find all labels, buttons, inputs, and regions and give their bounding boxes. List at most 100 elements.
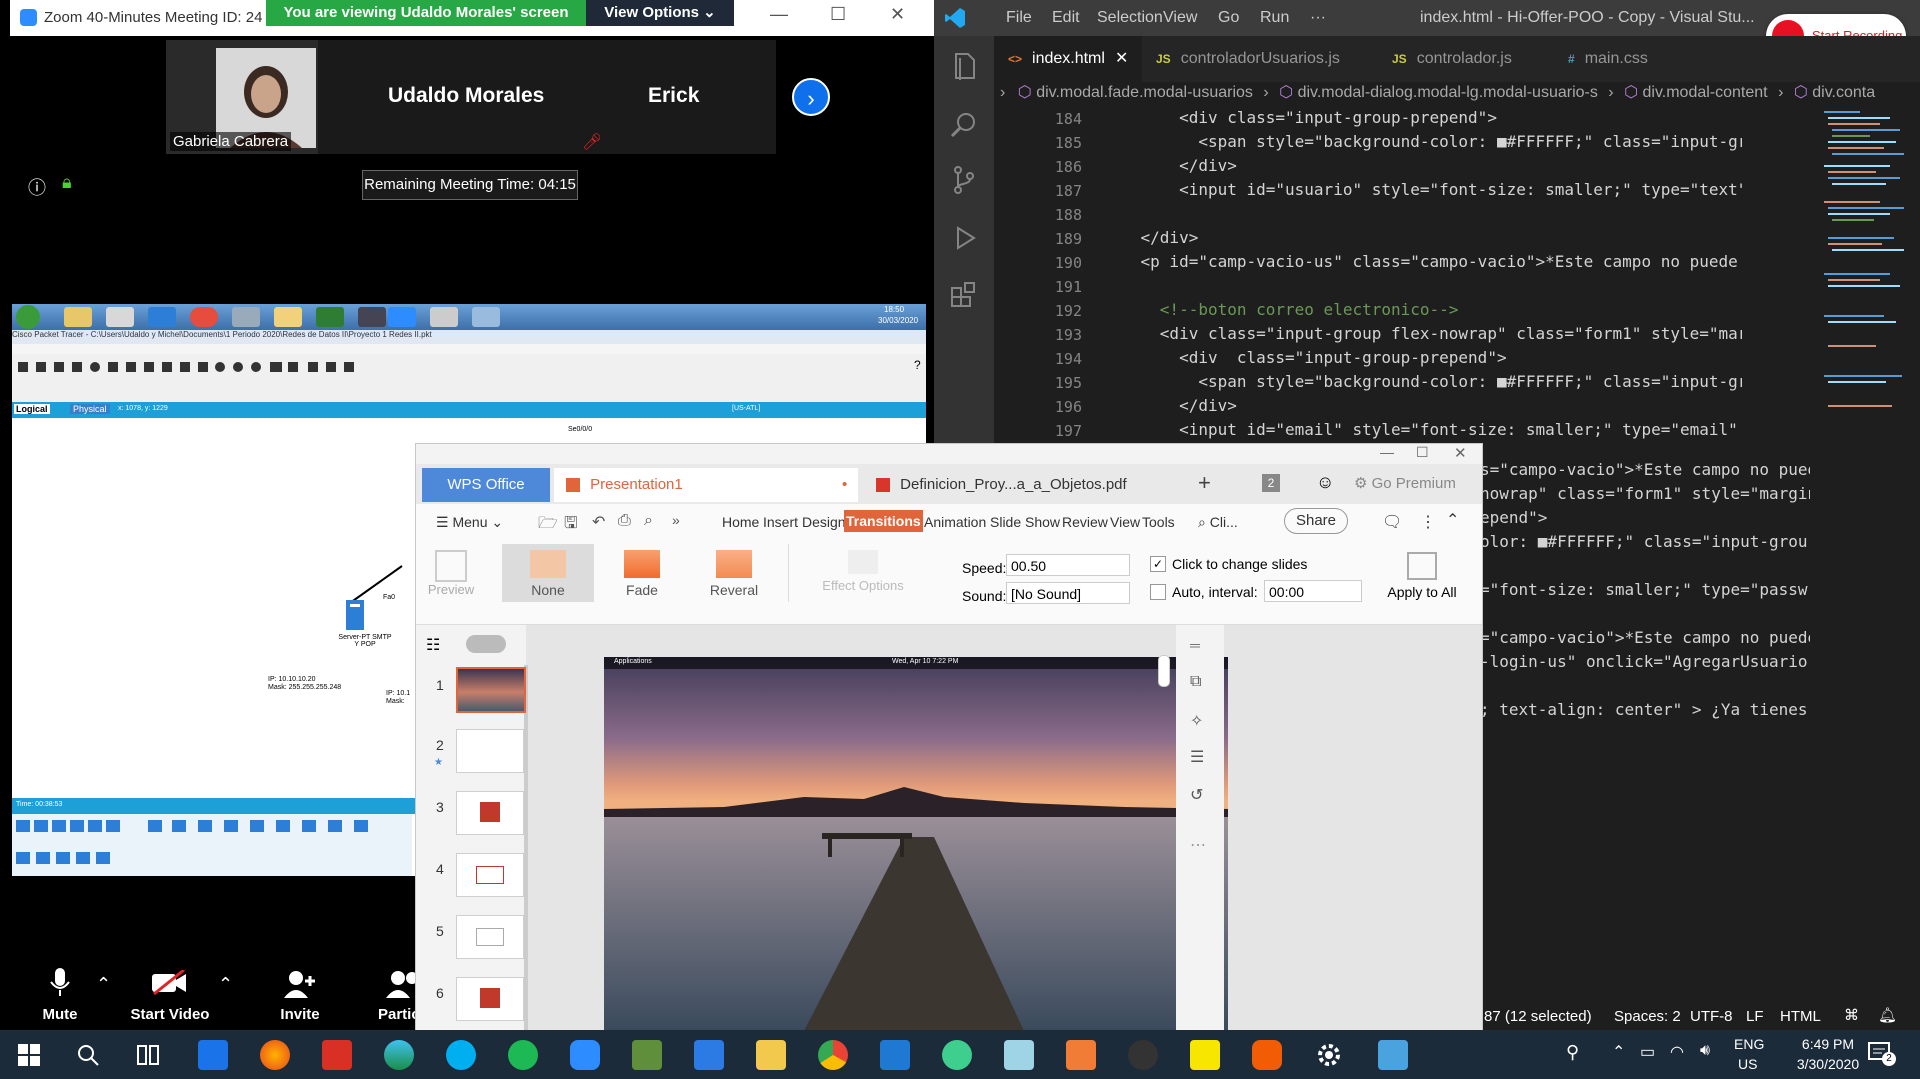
tab-controladorusuarios-js[interactable]: JS controladorUsuarios.js bbox=[1142, 36, 1378, 82]
packet-tracer-icon[interactable] bbox=[632, 1040, 662, 1070]
participant-tile[interactable]: Erick 🎤︎ bbox=[572, 40, 776, 154]
windows-start-icon[interactable] bbox=[18, 1044, 40, 1066]
auto-interval-input[interactable]: 00:00 bbox=[1264, 580, 1362, 602]
comment-icon[interactable]: 🗨︎ bbox=[1382, 512, 1402, 532]
presentation-tab[interactable]: Presentation1 • bbox=[554, 468, 858, 502]
clock-time[interactable]: 6:49 PM bbox=[1792, 1036, 1864, 1052]
menu-more[interactable]: ··· bbox=[1310, 9, 1326, 27]
participant-tile[interactable]: Gabriela Cabrera bbox=[166, 40, 318, 154]
slide-thumbnail[interactable] bbox=[456, 791, 524, 835]
slide-thumbnail[interactable] bbox=[456, 853, 524, 897]
scrollbar-thumb[interactable] bbox=[1158, 655, 1170, 687]
print-icon[interactable]: ⎙ bbox=[618, 512, 631, 530]
mail-icon[interactable] bbox=[198, 1040, 228, 1070]
chevron-up-icon[interactable]: ⌃ bbox=[1612, 1042, 1625, 1062]
menu-edit[interactable]: Edit bbox=[1052, 9, 1080, 27]
more-icon[interactable]: » bbox=[672, 512, 680, 528]
click-to-change-checkbox[interactable]: ✓ bbox=[1150, 556, 1166, 572]
code-line[interactable]: ; text-align: center" > ¿Ya tienes bbox=[1480, 700, 1810, 719]
network-canvas[interactable]: Fa0 Server-PT SMTP Y POP IP: 10.10.10.20… bbox=[12, 418, 412, 798]
slide-thumbnail[interactable] bbox=[456, 915, 524, 959]
status-eol[interactable]: LF bbox=[1746, 1008, 1764, 1025]
more-icon[interactable]: ⋯ bbox=[1190, 835, 1206, 855]
code-line[interactable]: <input id="email" style="font-size: smal… bbox=[1102, 420, 1742, 439]
lock-icon[interactable]: 🔒︎ bbox=[62, 172, 72, 193]
code-line[interactable]: <div class="input-group flex-nowrap" cla… bbox=[1102, 324, 1742, 343]
code-line[interactable]: ="font-size: smaller;" type="passw bbox=[1480, 580, 1810, 599]
status-selection[interactable]: 87 (12 selected) bbox=[1484, 1008, 1592, 1025]
tab-controlador-js[interactable]: JS controlador.js bbox=[1378, 36, 1554, 82]
history-icon[interactable]: ↺ bbox=[1190, 785, 1203, 805]
mute-button[interactable]: Mute bbox=[10, 956, 110, 1030]
invite-button[interactable]: Invite bbox=[250, 956, 350, 1030]
menu-go[interactable]: Go bbox=[1218, 9, 1239, 27]
wps-presentation-icon[interactable] bbox=[1252, 1040, 1282, 1070]
open-icon[interactable]: 🗁︎ bbox=[538, 512, 558, 539]
volume-icon[interactable]: 🔊︎ bbox=[1700, 1042, 1710, 1060]
transition-fade[interactable]: Fade bbox=[596, 544, 688, 602]
file-explorer-icon[interactable] bbox=[756, 1040, 786, 1070]
slide-thumbnail[interactable] bbox=[456, 667, 526, 713]
ribbon-tab-tools[interactable]: Tools bbox=[1142, 514, 1175, 530]
minimize-icon[interactable]: — bbox=[1380, 444, 1394, 460]
github-icon[interactable] bbox=[1128, 1040, 1158, 1070]
slides-view-toggle[interactable] bbox=[466, 635, 506, 653]
menu-button[interactable]: ☰ Menu ⌄ bbox=[436, 514, 503, 531]
status-language[interactable]: HTML bbox=[1780, 1008, 1821, 1025]
layout-icon[interactable]: ⧉ bbox=[1190, 673, 1201, 691]
settings-gear-icon[interactable] bbox=[1316, 1042, 1342, 1068]
collapse-ribbon-icon[interactable]: ⌃ bbox=[1446, 510, 1459, 530]
battery-icon[interactable]: ▭ bbox=[1640, 1042, 1655, 1062]
wps-office-tab[interactable]: WPS Office bbox=[422, 468, 550, 502]
breadcrumb-item[interactable]: div.modal.fade.modal-usuarios bbox=[1036, 84, 1253, 101]
share-button[interactable]: Share bbox=[1284, 508, 1348, 534]
code-line[interactable]: epend"> bbox=[1480, 508, 1810, 527]
go-premium-button[interactable]: ⚙ Go Premium bbox=[1354, 474, 1456, 492]
tab-count-badge[interactable]: 2 bbox=[1262, 474, 1280, 492]
slide-thumbnail[interactable] bbox=[456, 977, 524, 1021]
edge-icon[interactable] bbox=[384, 1040, 414, 1070]
save-icon[interactable]: 🖫︎ bbox=[564, 512, 578, 539]
maximize-icon[interactable]: ☐ bbox=[830, 4, 846, 25]
status-spaces[interactable]: Spaces: 2 bbox=[1614, 1008, 1681, 1025]
acrobat-icon[interactable] bbox=[322, 1040, 352, 1070]
breadcrumb-item[interactable]: div.conta bbox=[1812, 84, 1875, 101]
code-editor[interactable]: 184 <div class="input-group-prepend"> 185… bbox=[934, 106, 1920, 446]
next-page-button[interactable]: › bbox=[792, 78, 830, 116]
gallery-scrollbar[interactable] bbox=[788, 544, 799, 602]
xampp-icon[interactable] bbox=[1066, 1040, 1096, 1070]
transition-reveral[interactable]: Reveral bbox=[688, 544, 780, 602]
logical-tab[interactable]: Logical bbox=[14, 404, 50, 414]
search-icon[interactable] bbox=[76, 1043, 100, 1067]
language-indicator[interactable]: ENG bbox=[1734, 1036, 1764, 1052]
slide-pane-scrollbar[interactable] bbox=[524, 665, 528, 1031]
collapse-icon[interactable]: ═ bbox=[1190, 637, 1200, 653]
speed-input[interactable]: 00.50 bbox=[1006, 554, 1130, 576]
code-line[interactable]: nowrap" class="form1" style="margin bbox=[1480, 484, 1810, 503]
tab-main-css[interactable]: # main.css bbox=[1554, 36, 1694, 82]
code-line[interactable]: <!--boton correo electronico--> bbox=[1102, 300, 1742, 319]
ribbon-tab-home[interactable]: Home bbox=[722, 514, 759, 530]
firefox-icon[interactable] bbox=[260, 1040, 290, 1070]
code-line[interactable]: olor: ■#FFFFFF;" class="input-grou bbox=[1480, 532, 1810, 551]
chevron-up-icon[interactable]: ⌃ bbox=[96, 974, 111, 995]
code-line[interactable]: <div class="input-group-prepend"> bbox=[1102, 108, 1742, 127]
vscode-icon[interactable] bbox=[880, 1040, 910, 1070]
menu-file[interactable]: File bbox=[1006, 9, 1032, 27]
code-line[interactable]: <input id="usuario" style="font-size: sm… bbox=[1102, 180, 1742, 199]
spotify-icon[interactable] bbox=[508, 1040, 538, 1070]
preview-button[interactable]: Preview bbox=[426, 550, 476, 610]
outline-icon[interactable]: ☷ bbox=[426, 635, 440, 655]
action-center-button[interactable]: 2 bbox=[1868, 1042, 1896, 1066]
more-vertical-icon[interactable]: ⋮ bbox=[1420, 512, 1436, 532]
search-button[interactable]: ⌕ Cli... bbox=[1198, 514, 1238, 531]
slide-thumbnail[interactable] bbox=[456, 729, 524, 773]
code-line[interactable]: <p id="camp-vacio-us" class="campo-vacio… bbox=[1102, 252, 1742, 271]
atom-icon[interactable] bbox=[942, 1040, 972, 1070]
sound-select[interactable]: [No Sound] bbox=[1006, 582, 1130, 604]
task-view-icon[interactable] bbox=[136, 1044, 160, 1066]
pin-icon[interactable]: ✧ bbox=[1190, 711, 1203, 731]
code-line[interactable]: </div> bbox=[1102, 228, 1742, 247]
ribbon-tab-design[interactable]: Design bbox=[802, 514, 846, 530]
auto-interval-checkbox[interactable] bbox=[1150, 584, 1166, 600]
